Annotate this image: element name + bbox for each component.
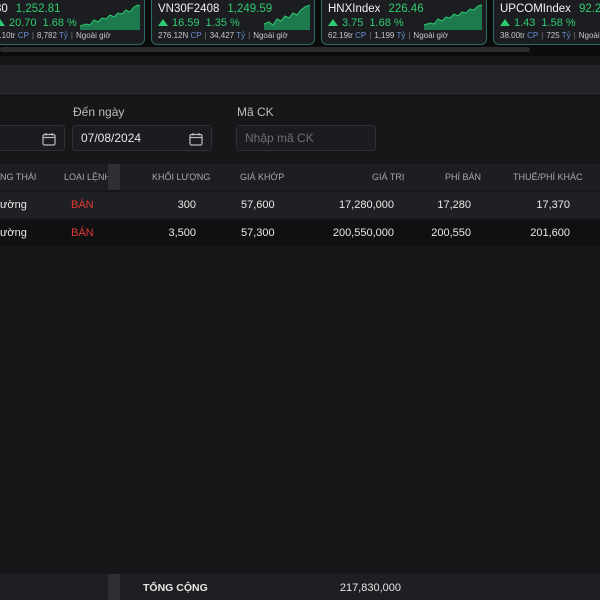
- cell-sell-fee: 17,280: [437, 199, 471, 211]
- ticker-name: HNXIndex: [328, 3, 381, 15]
- up-arrow-icon: [158, 19, 168, 26]
- symbol-input[interactable]: [245, 131, 365, 145]
- sparkline-chart: [424, 4, 482, 30]
- ticker-scrollbar[interactable]: [0, 47, 530, 52]
- up-arrow-icon: [0, 19, 5, 26]
- ticker-session: Ngoài giờ: [413, 31, 449, 40]
- cell-order-type: BÁN: [71, 227, 94, 239]
- header-quantity[interactable]: KHỐI LƯỢNG: [152, 172, 210, 182]
- ticker-name: 30: [0, 3, 8, 15]
- ticker-volume: 38.00tr: [500, 31, 525, 40]
- cell-tax-other: 201,600: [530, 227, 570, 239]
- table-row[interactable]: ường BÁN 300 57,600 17,280,000 17,280 17…: [0, 192, 600, 218]
- market-ticker-strip: 301,252.81 20.701.68 % 9.10tr CP|8,782 T…: [0, 0, 600, 56]
- ticker-value: 1,199: [374, 31, 395, 40]
- cell-tax-other: 17,370: [536, 199, 570, 211]
- table-header: NG THÁI LOẠI LỆNH KHỐI LƯỢNG GIÁ KHỚP GI…: [0, 164, 600, 190]
- column-resize-handle[interactable]: [108, 164, 120, 190]
- cell-match-price: 57,300: [241, 227, 275, 239]
- ticker-pct: 1.58 %: [541, 17, 576, 29]
- ticker-volume: 62.19tr: [328, 31, 353, 40]
- calendar-icon[interactable]: [42, 132, 56, 146]
- calendar-icon[interactable]: [189, 132, 203, 146]
- ticker-pct: 1.68 %: [42, 17, 77, 29]
- ticker-value: 34,427: [209, 31, 235, 40]
- ticker-change: 1.43: [514, 17, 536, 29]
- table-footer-total: TỔNG CỘNG 217,830,000: [0, 574, 600, 600]
- cell-order-type: BÁN: [71, 199, 94, 211]
- up-arrow-icon: [500, 19, 510, 26]
- cell-quantity: 300: [177, 199, 196, 211]
- ticker-pct: 1.68 %: [369, 17, 404, 29]
- ticker-session: Ngoài giờ: [75, 31, 111, 40]
- header-match-price[interactable]: GIÁ KHỚP: [240, 172, 284, 182]
- sparkline-chart: [80, 4, 140, 30]
- ticker-name: VN30F2408: [158, 3, 220, 15]
- ticker-change: 20.70: [9, 17, 37, 29]
- symbol-input-wrapper: [236, 125, 376, 151]
- ticker-volume: 276.12N: [158, 31, 189, 40]
- cell-quantity: 3,500: [168, 227, 196, 239]
- column-resize-handle[interactable]: [108, 574, 120, 600]
- to-date-label: Đến ngày: [73, 105, 125, 119]
- header-status[interactable]: NG THÁI: [0, 172, 36, 182]
- panel-header-bar: [0, 65, 600, 94]
- total-label: TỔNG CỘNG: [143, 582, 208, 594]
- ticker-card-vn30f2408[interactable]: VN30F2408 1,249.59 16.59 1.35 % 276.12N CP…: [151, 0, 315, 45]
- cell-value: 17,280,000: [338, 199, 394, 211]
- ticker-price: 1,252.81: [15, 3, 61, 15]
- total-value: 217,830,000: [339, 582, 401, 594]
- ticker-price: 92.22: [578, 3, 600, 15]
- ticker-price: 226.46: [388, 3, 424, 15]
- cell-status: ường: [0, 227, 27, 239]
- ticker-session: Ngoài giờ: [253, 31, 288, 40]
- ticker-pct: 1.35 %: [205, 17, 240, 29]
- to-date-value: 07/08/2024: [81, 131, 142, 145]
- up-arrow-icon: [328, 19, 338, 26]
- ticker-card-hnxindex[interactable]: HNXIndex 226.46 3.75 1.68 % 62.19tr CP | 1,1…: [321, 0, 487, 45]
- ticker-name: UPCOMIndex: [500, 3, 571, 15]
- ticker-value: 725: [546, 31, 560, 40]
- ticker-value: 8,782: [36, 31, 57, 40]
- table-row[interactable]: ường BÁN 3,500 57,300 200,550,000 200,55…: [0, 220, 600, 246]
- ticker-volume: 9.10tr: [0, 31, 16, 40]
- to-date-input[interactable]: 07/08/2024: [72, 125, 212, 151]
- ticker-session: Ngoài giờ: [578, 31, 600, 40]
- header-sell-fee[interactable]: PHÍ BÁN: [445, 172, 481, 182]
- ticker-card-upcomindex[interactable]: UPCOMIndex92.22 1.431.58 % 38.00tr CP|72…: [493, 0, 600, 45]
- ticker-change: 3.75: [342, 17, 364, 29]
- ticker-card-vn30[interactable]: 301,252.81 20.701.68 % 9.10tr CP|8,782 T…: [0, 0, 145, 45]
- cell-sell-fee: 200,550: [431, 227, 471, 239]
- header-order-type[interactable]: LOẠI LỆNH: [64, 172, 111, 182]
- ticker-change: 16.59: [172, 17, 200, 29]
- from-date-input[interactable]: [0, 125, 65, 151]
- header-tax-other[interactable]: THUẾ/PHÍ KHÁC: [513, 172, 583, 182]
- sparkline-chart: [264, 4, 310, 30]
- cell-match-price: 57,600: [241, 199, 275, 211]
- cell-value: 200,550,000: [332, 227, 394, 239]
- cell-status: ường: [0, 199, 27, 211]
- symbol-label: Mã CK: [237, 105, 274, 119]
- header-value[interactable]: GIÁ TRỊ: [372, 172, 404, 182]
